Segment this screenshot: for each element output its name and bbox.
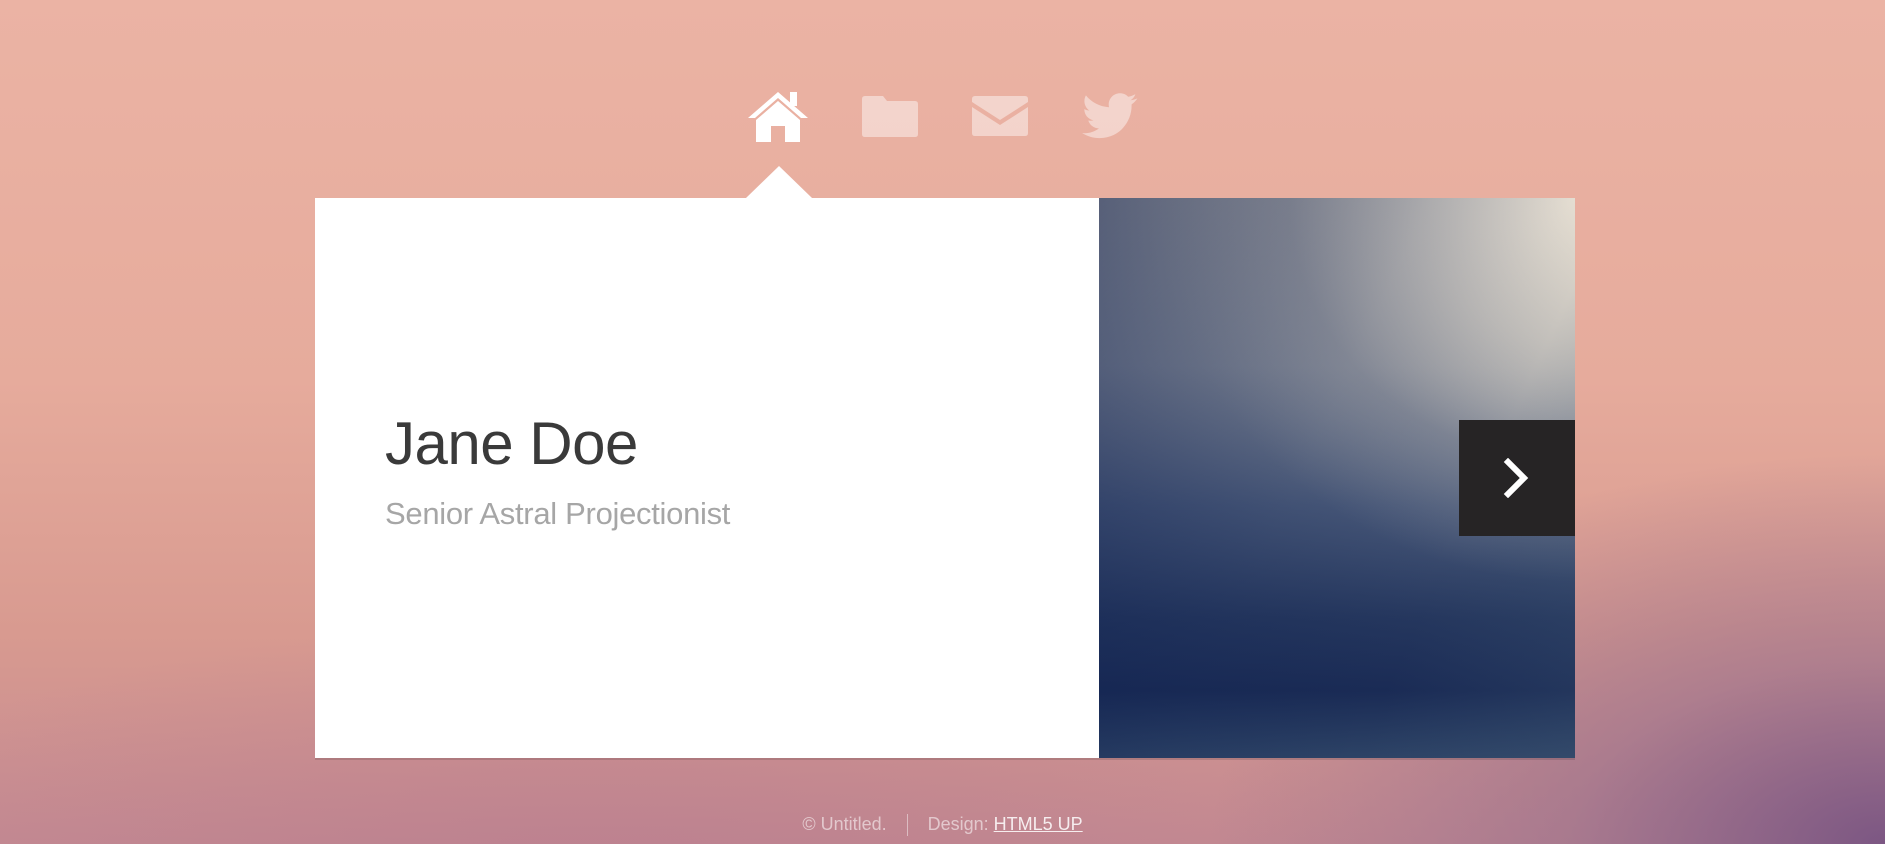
nav-mail[interactable] <box>967 88 1033 144</box>
next-button[interactable] <box>1459 420 1575 536</box>
footer-design-label: Design: <box>927 814 989 834</box>
footer: © Untitled. Design: HTML5 UP <box>0 812 1885 837</box>
active-nav-pointer <box>746 166 812 198</box>
folder-icon <box>862 96 918 137</box>
twitter-icon <box>1082 93 1138 139</box>
top-nav <box>745 88 1145 144</box>
mail-icon <box>972 96 1028 136</box>
nav-twitter[interactable] <box>1077 88 1143 144</box>
footer-design-link[interactable]: HTML5 UP <box>994 814 1083 834</box>
profile-title: Senior Astral Projectionist <box>385 496 731 531</box>
chevron-right-icon <box>1503 458 1529 498</box>
nav-folder[interactable] <box>857 88 923 144</box>
nav-home[interactable] <box>745 88 811 144</box>
profile-panel: Jane Doe Senior Astral Projectionist <box>315 198 1575 758</box>
profile-photo <box>1099 198 1575 758</box>
profile-header: Jane Doe Senior Astral Projectionist <box>385 408 1025 534</box>
profile-name: Jane Doe <box>385 410 638 477</box>
home-icon <box>748 92 808 142</box>
footer-copyright: © Untitled. <box>802 814 887 834</box>
footer-divider <box>906 814 908 837</box>
